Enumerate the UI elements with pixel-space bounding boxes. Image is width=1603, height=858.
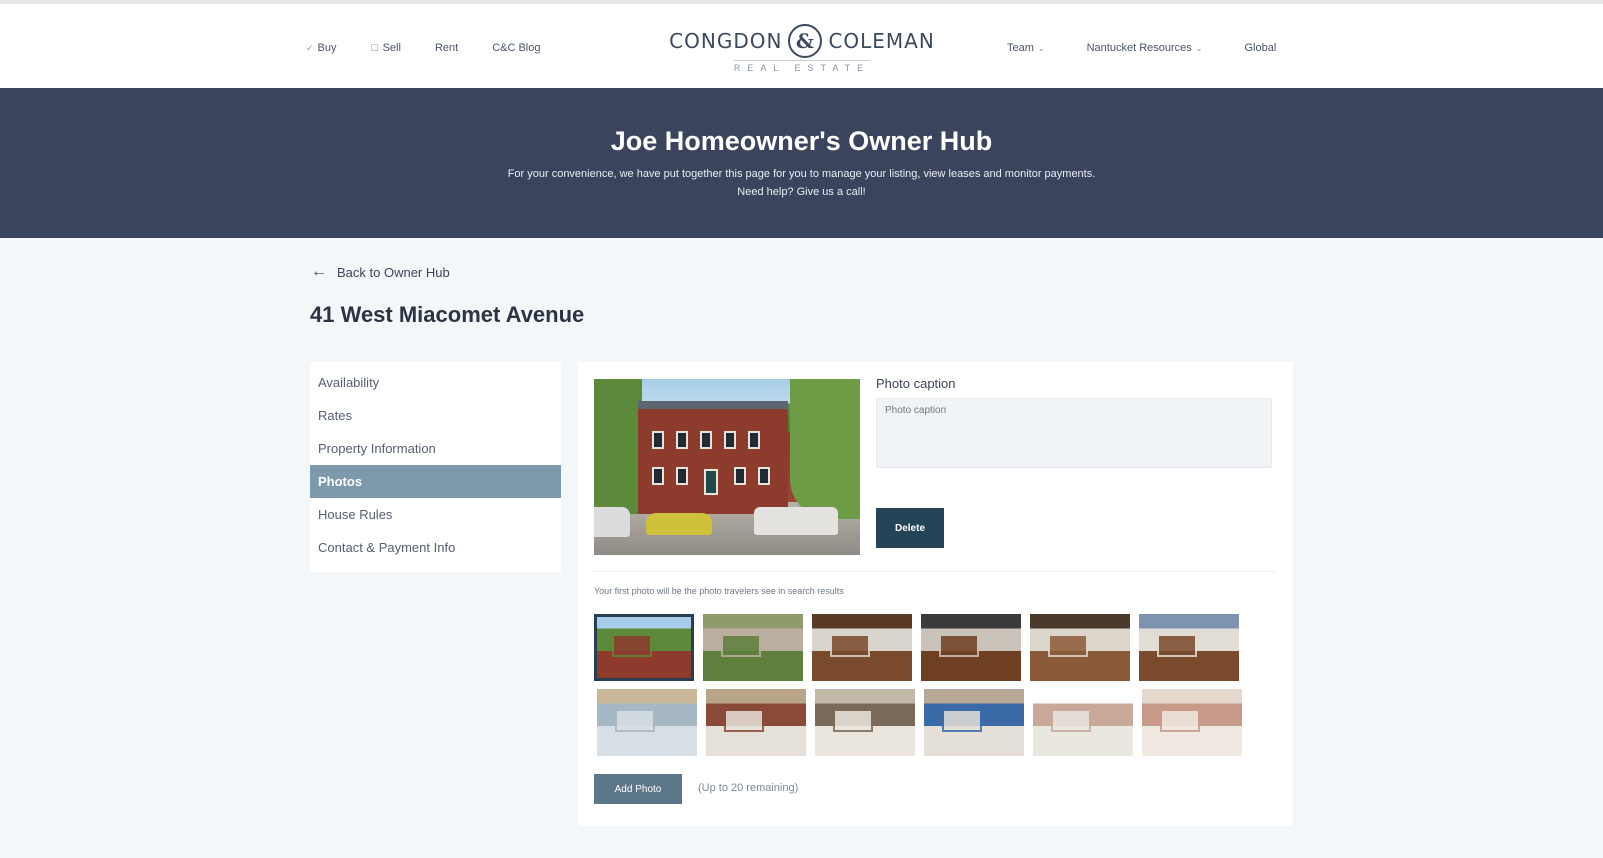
thumbnail-detail <box>1160 709 1200 732</box>
first-photo-hint: Your first photo will be the photo trave… <box>594 586 844 596</box>
thumbnail-detail <box>833 709 873 732</box>
chevron-down-icon: ⌄ <box>1195 43 1203 53</box>
photo-tree-right <box>790 379 860 519</box>
hero-subtitle-line2: Need help? Give us a call! <box>737 186 866 198</box>
brand-logo[interactable]: CONGDON & COLEMAN REAL ESTATE <box>666 24 938 80</box>
nav-global-label: Global <box>1244 42 1277 54</box>
delete-photo-button[interactable]: Delete <box>876 508 944 548</box>
top-navigation: ✓ Buy ☐ Sell Rent C&C Blog CONGDON & COL… <box>0 0 1603 88</box>
nav-sell[interactable]: ☐ Sell <box>371 42 401 54</box>
nav-rent-label: Rent <box>434 42 459 54</box>
photo-door <box>704 469 718 495</box>
side-menu-item-contact-payment[interactable]: Contact & Payment Info <box>310 531 561 564</box>
nav-buy-label: Buy <box>317 42 337 54</box>
nav-buy[interactable]: ✓ Buy <box>306 42 337 54</box>
hero-subtitle: For your convenience, we have put togeth… <box>0 165 1603 201</box>
thumbnail-detail <box>612 634 652 657</box>
thumbnail-detail <box>1157 634 1197 657</box>
photo-thumbnail[interactable] <box>706 689 806 756</box>
photo-thumbnail[interactable] <box>594 614 694 681</box>
photo-window <box>724 431 736 449</box>
thumbnail-detail <box>942 709 982 732</box>
photo-thumbnail[interactable] <box>1139 614 1239 681</box>
thumbnail-detail <box>830 634 870 657</box>
side-menu: Availability Rates Property Information … <box>310 362 561 572</box>
photo-window <box>700 431 712 449</box>
thumbnail-detail <box>615 709 655 732</box>
photo-tree-left <box>594 379 642 514</box>
photo-caption-label: Photo caption <box>876 376 956 391</box>
nav-blog[interactable]: C&C Blog <box>492 42 540 54</box>
photos-panel: Photo caption Delete Your first photo wi… <box>578 362 1293 826</box>
chevron-down-icon: ⌄ <box>1037 43 1045 53</box>
logo-wordmark: CONGDON & COLEMAN <box>666 24 938 58</box>
page-title: 41 West Miacomet Avenue <box>310 302 585 327</box>
photo-thumbnail[interactable] <box>1030 614 1130 681</box>
nav-rent[interactable]: Rent <box>435 42 458 54</box>
side-menu-item-availability[interactable]: Availability <box>310 366 561 399</box>
nav-resources-label: Nantucket Resources <box>1086 42 1192 54</box>
photo-window <box>758 467 770 485</box>
hero-banner: Joe Homeowner's Owner Hub For your conve… <box>0 88 1603 238</box>
add-photo-button[interactable]: Add Photo <box>594 774 682 804</box>
photo-thumbnail[interactable] <box>1142 689 1242 756</box>
photo-window <box>748 431 760 449</box>
thumbnail-detail <box>1048 634 1088 657</box>
photos-remaining-text: (Up to 20 remaining) <box>698 782 799 794</box>
side-menu-item-rates[interactable]: Rates <box>310 399 561 432</box>
nav-right-group: Team ⌄ Nantucket Resources ⌄ Global <box>1007 42 1318 54</box>
logo-ampersand-icon: & <box>788 24 823 58</box>
nav-left-group: ✓ Buy ☐ Sell Rent C&C Blog <box>306 42 574 54</box>
side-menu-item-house-rules[interactable]: House Rules <box>310 498 561 531</box>
photo-car <box>754 507 838 535</box>
logo-tagline: REAL ESTATE <box>733 60 871 73</box>
photo-thumbnail[interactable] <box>812 614 912 681</box>
photo-car <box>646 513 712 535</box>
photo-caption-input[interactable] <box>876 398 1272 468</box>
side-menu-item-photos[interactable]: Photos <box>310 465 561 498</box>
photo-thumbnail[interactable] <box>815 689 915 756</box>
photo-thumbnail[interactable] <box>597 689 697 756</box>
nav-blog-label: C&C Blog <box>492 42 541 54</box>
thumbnail-detail <box>724 709 764 732</box>
section-divider <box>594 571 1277 572</box>
hero-title: Joe Homeowner's Owner Hub <box>610 126 993 156</box>
back-to-owner-hub-link[interactable]: ← Back to Owner Hub <box>311 263 450 281</box>
logo-right-word: COLEMAN <box>828 29 935 53</box>
logo-left-word: CONGDON <box>669 29 783 53</box>
arrow-left-icon: ← <box>311 263 327 280</box>
side-menu-item-property-information[interactable]: Property Information <box>310 432 561 465</box>
photo-window <box>676 431 688 449</box>
checkbox-icon: ☐ <box>370 42 379 53</box>
nav-sell-label: Sell <box>382 42 401 54</box>
check-icon: ✓ <box>306 42 314 53</box>
photo-window <box>734 467 746 485</box>
back-link-label: Back to Owner Hub <box>337 264 450 280</box>
nav-team[interactable]: Team ⌄ <box>1007 42 1045 54</box>
photo-car <box>594 507 630 537</box>
photo-thumbnail[interactable] <box>921 614 1021 681</box>
photo-thumbnail[interactable] <box>1033 689 1133 756</box>
thumbnail-detail <box>721 634 761 657</box>
photo-thumbnail[interactable] <box>703 614 803 681</box>
nav-global[interactable]: Global <box>1244 42 1276 54</box>
nav-team-label: Team <box>1007 42 1034 54</box>
photo-house <box>638 409 788 514</box>
photo-window <box>652 467 664 485</box>
thumbnail-detail <box>1051 709 1091 732</box>
photo-thumbnail[interactable] <box>924 689 1024 756</box>
hero-subtitle-line1: For your convenience, we have put togeth… <box>507 168 1096 180</box>
photo-window <box>676 467 688 485</box>
selected-photo-preview <box>594 379 860 555</box>
thumbnail-detail <box>939 634 979 657</box>
nav-resources[interactable]: Nantucket Resources ⌄ <box>1087 42 1203 54</box>
photo-window <box>652 431 664 449</box>
